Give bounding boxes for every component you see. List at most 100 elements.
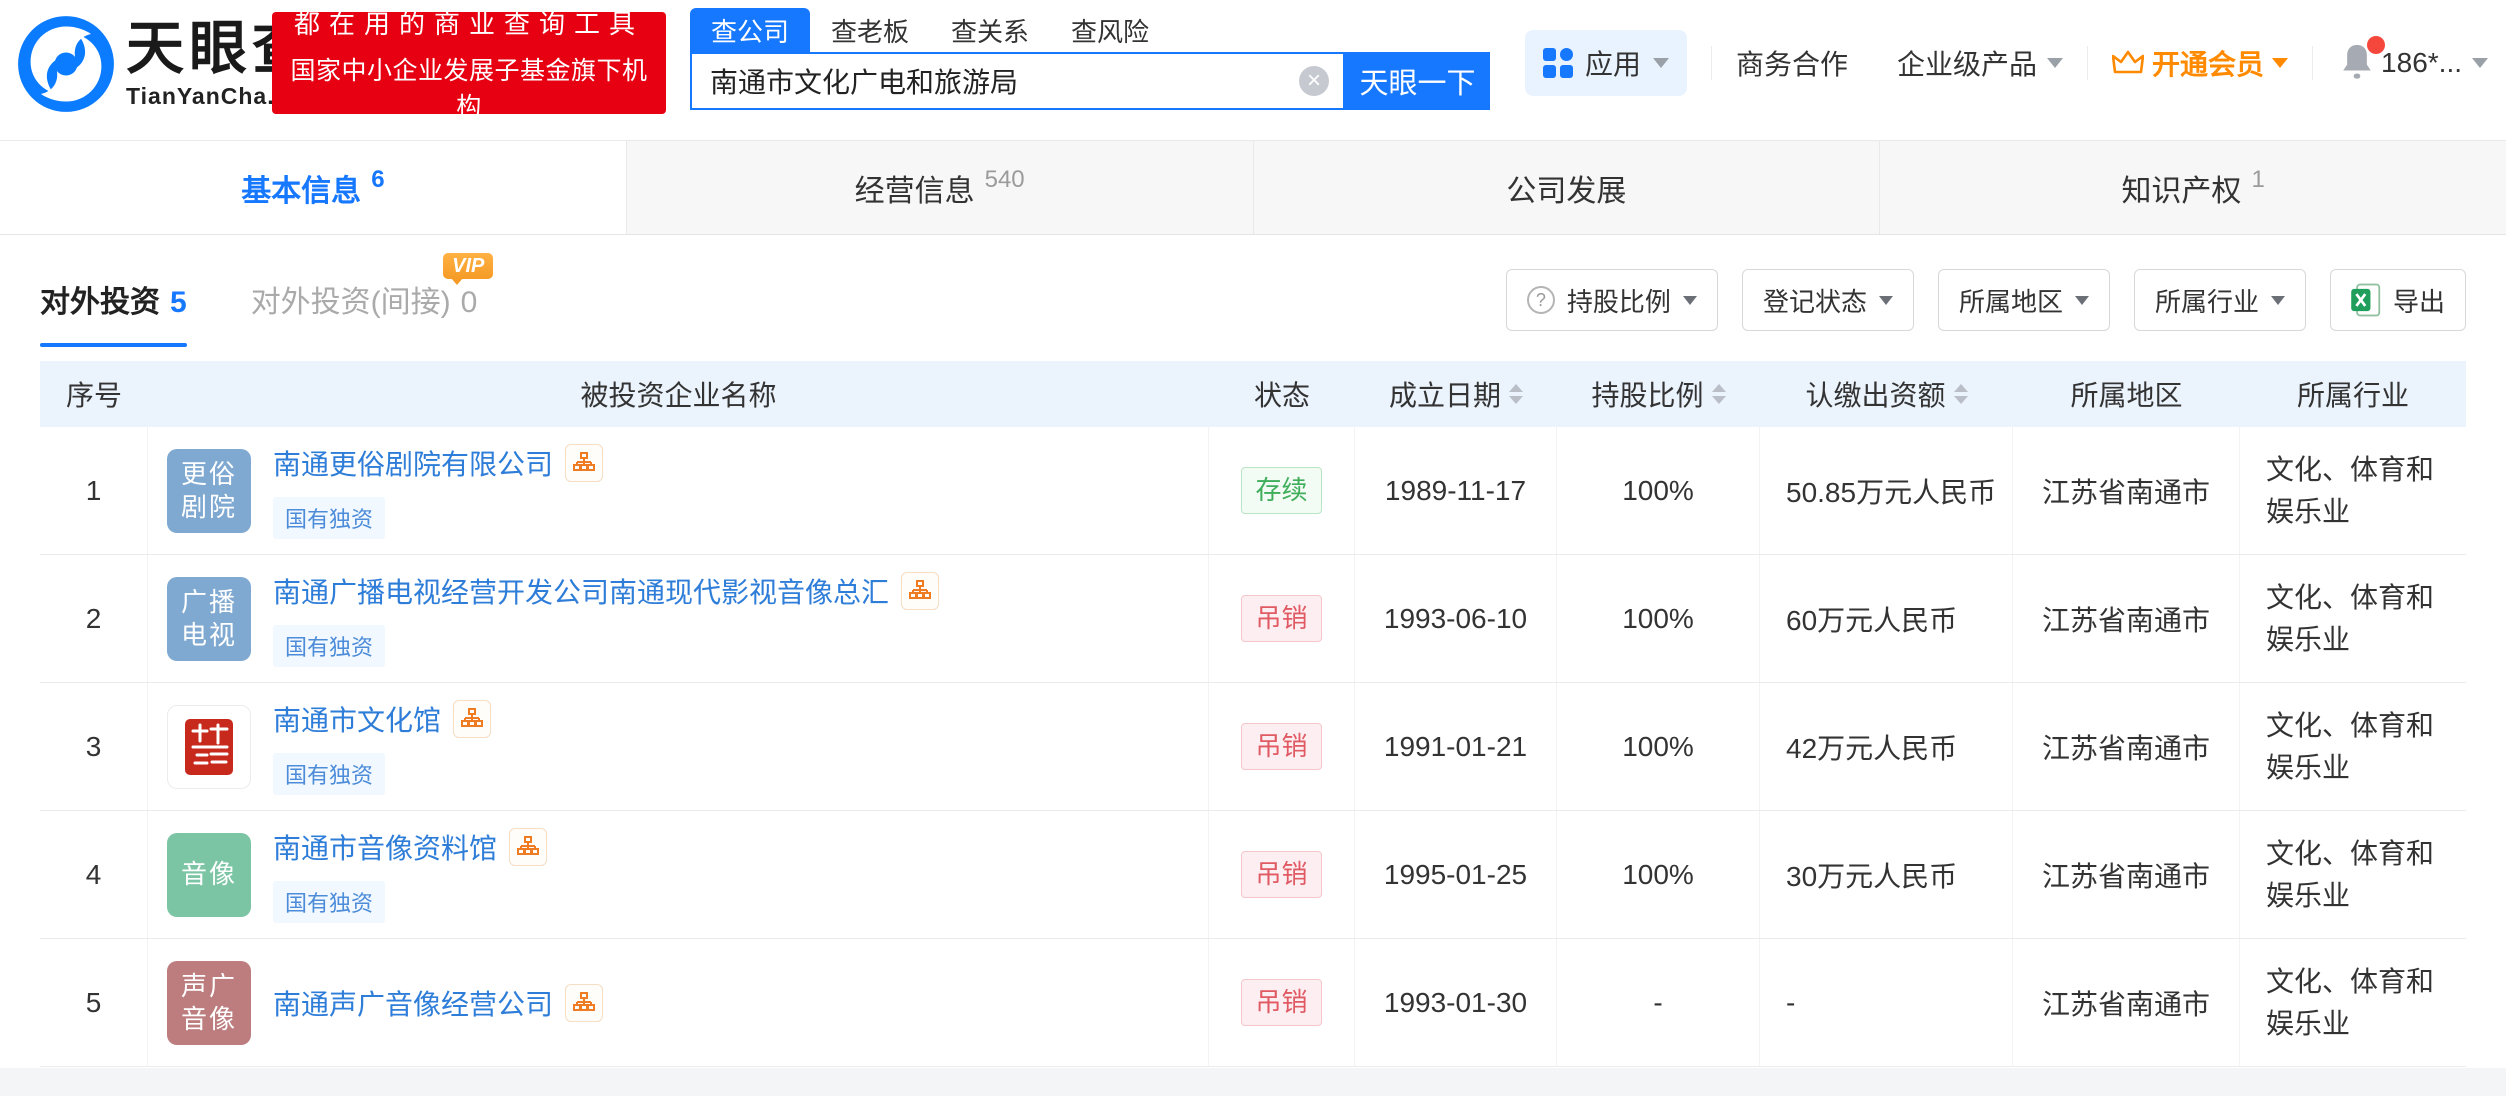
column-header-2: 状态 — [1209, 374, 1355, 414]
export-button[interactable]: 导出 — [2330, 269, 2466, 331]
company-link[interactable]: 南通广播电视经营开发公司南通现代影视音像总汇 — [273, 571, 889, 611]
search-tab-0[interactable]: 查公司 — [690, 8, 810, 52]
cell-region: 江苏省南通市 — [2013, 555, 2240, 682]
avatar-line: 音像 — [181, 858, 237, 891]
org-chart-icon[interactable] — [901, 572, 939, 610]
main-tab-0[interactable]: 基本信息 6 — [0, 141, 627, 234]
nav-biz-link[interactable]: 商务合作 — [1736, 43, 1848, 83]
region: 江苏省南通市 — [2042, 727, 2210, 767]
cell-company: 南通市文化馆国有独资 — [148, 683, 1209, 810]
column-header-7: 所属行业 — [2240, 374, 2466, 414]
column-label: 持股比例 — [1591, 374, 1703, 414]
filter-button-1[interactable]: 登记状态 — [1742, 269, 1914, 331]
org-chart-icon[interactable] — [565, 984, 603, 1022]
company-info: 南通市音像资料馆国有独资 — [273, 827, 547, 923]
promo-line2: 国家中小企业发展子基金旗下机构 — [286, 51, 652, 123]
tab-label: 对外投资 — [40, 277, 160, 321]
chevron-down-icon — [2271, 296, 2285, 305]
column-label: 所属地区 — [2070, 374, 2182, 414]
top-nav: 应用 商务合作 企业级产品 开通会员 — [1525, 30, 2488, 96]
vip-badge: VIP — [443, 253, 493, 279]
search-input[interactable] — [692, 65, 1299, 97]
cell-date: 1993-06-10 — [1355, 555, 1557, 682]
nav-enterprise-link[interactable]: 企业级产品 — [1897, 43, 2063, 83]
tab-indirect-investment[interactable]: 对外投资(间接) 0 VIP — [251, 277, 478, 347]
row-number: 1 — [86, 475, 102, 507]
company-link[interactable]: 南通市文化馆 — [273, 699, 441, 739]
sort-icon[interactable] — [1954, 384, 1968, 404]
company-link[interactable]: 南通更俗剧院有限公司 — [273, 443, 553, 483]
cell-company: 声广音像南通声广音像经营公司 — [148, 939, 1209, 1066]
top-header: 天眼查 TianYanCha.com 都在用的商业查询工具 国家中小企业发展子基… — [0, 0, 2506, 126]
main-tab-1[interactable]: 经营信息540 — [627, 141, 1254, 234]
subscribed-capital: 60万元人民币 — [1786, 599, 1957, 639]
column-header-4[interactable]: 持股比例 — [1557, 374, 1760, 414]
nav-biz-label: 商务合作 — [1736, 43, 1848, 83]
cell-industry: 文化、体育和娱乐业 — [2240, 427, 2466, 554]
cell-region: 江苏省南通市 — [2013, 427, 2240, 554]
filter-button-0[interactable]: 持股比例 — [1506, 269, 1718, 331]
filter-button-2[interactable]: 所属地区 — [1938, 269, 2110, 331]
promo-line1: 都在用的商业查询工具 — [286, 4, 652, 41]
chevron-down-icon — [1879, 296, 1893, 305]
nav-account[interactable]: 186*... — [2381, 47, 2488, 79]
sort-icon[interactable] — [1509, 384, 1523, 404]
search-tab-2[interactable]: 查关系 — [930, 8, 1050, 52]
company-link[interactable]: 南通声广音像经营公司 — [273, 983, 553, 1023]
company-avatar: 更俗剧院 — [167, 449, 251, 533]
search-input-wrap — [690, 52, 1345, 110]
cell-company: 广播电视南通广播电视经营开发公司南通现代影视音像总汇国有独资 — [148, 555, 1209, 682]
org-chart-icon[interactable] — [509, 828, 547, 866]
region: 江苏省南通市 — [2042, 471, 2210, 511]
column-header-1: 被投资企业名称 — [148, 374, 1209, 414]
sort-icon[interactable] — [1712, 384, 1726, 404]
column-label: 被投资企业名称 — [580, 374, 776, 414]
column-header-5[interactable]: 认缴出资额 — [1760, 374, 2013, 414]
nav-apps-button[interactable]: 应用 — [1525, 30, 1687, 96]
region: 江苏省南通市 — [2042, 855, 2210, 895]
column-label: 成立日期 — [1389, 374, 1501, 414]
cell-index: 1 — [40, 427, 148, 554]
clear-icon[interactable] — [1299, 66, 1329, 96]
table-row: 2广播电视南通广播电视经营开发公司南通现代影视音像总汇国有独资吊销1993-06… — [40, 555, 2466, 683]
company-name-line: 南通市文化馆 — [273, 699, 491, 739]
cell-amount: 30万元人民币 — [1760, 811, 2013, 938]
cell-index: 3 — [40, 683, 148, 810]
nav-member-link[interactable]: 开通会员 — [2112, 43, 2288, 83]
main-tab-3[interactable]: 知识产权1 — [1880, 141, 2506, 234]
investment-table: 序号被投资企业名称状态成立日期持股比例认缴出资额所属地区所属行业 1更俗剧院南通… — [40, 361, 2466, 1067]
filter-label: 所属地区 — [1959, 282, 2063, 319]
cell-status: 吊销 — [1209, 555, 1355, 682]
tab-count: 5 — [170, 286, 187, 320]
main-tab-label: 基本信息 — [241, 166, 361, 210]
cell-amount: 60万元人民币 — [1760, 555, 2013, 682]
main-tab-2[interactable]: 公司发展 — [1254, 141, 1881, 234]
column-header-3[interactable]: 成立日期 — [1355, 374, 1557, 414]
column-label: 所属行业 — [2297, 374, 2409, 414]
table-header: 序号被投资企业名称状态成立日期持股比例认缴出资额所属地区所属行业 — [40, 361, 2466, 427]
company-info: 南通更俗剧院有限公司国有独资 — [273, 443, 603, 539]
chevron-down-icon — [2472, 58, 2488, 68]
table-body: 1更俗剧院南通更俗剧院有限公司国有独资存续1989-11-17100%50.85… — [40, 427, 2466, 1067]
main-tab-label: 公司发展 — [1506, 166, 1626, 210]
bell-icon[interactable] — [2337, 40, 2381, 86]
org-chart-icon[interactable] — [565, 444, 603, 482]
company-avatar: 声广音像 — [167, 961, 251, 1045]
org-chart-icon[interactable] — [453, 700, 491, 738]
cell-region: 江苏省南通市 — [2013, 939, 2240, 1066]
search-button[interactable]: 天眼一下 — [1345, 52, 1490, 110]
tianyancha-logo-icon — [16, 14, 116, 114]
filter-button-3[interactable]: 所属行业 — [2134, 269, 2306, 331]
company-link[interactable]: 南通市音像资料馆 — [273, 827, 497, 867]
tab-outbound-investment[interactable]: 对外投资 5 — [40, 277, 187, 347]
status-badge: 吊销 — [1241, 595, 1321, 642]
search-tab-1[interactable]: 查老板 — [810, 8, 930, 52]
search-tab-3[interactable]: 查风险 — [1050, 8, 1170, 52]
cell-industry: 文化、体育和娱乐业 — [2240, 811, 2466, 938]
company-name-line: 南通更俗剧院有限公司 — [273, 443, 603, 483]
cell-date: 1989-11-17 — [1355, 427, 1557, 554]
main-tab-count: 6 — [371, 166, 384, 194]
nav-apps-label: 应用 — [1585, 43, 1641, 83]
cell-region: 江苏省南通市 — [2013, 683, 2240, 810]
cell-region: 江苏省南通市 — [2013, 811, 2240, 938]
